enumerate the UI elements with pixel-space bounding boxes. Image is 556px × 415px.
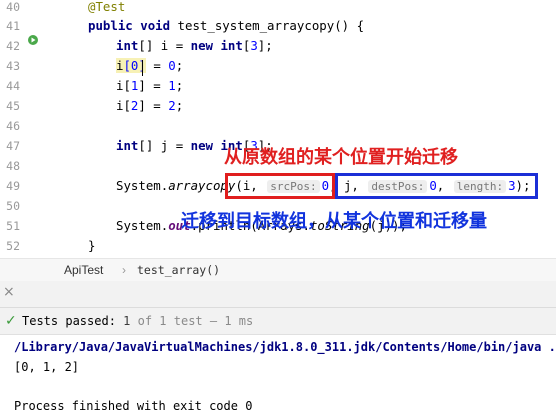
console-output-line: [0, 1, 2] — [14, 360, 80, 374]
code-line-52[interactable]: 52 } — [0, 236, 556, 256]
breadcrumb-separator: › — [122, 263, 126, 277]
closing-brace: } — [88, 238, 96, 253]
keyword-public: public — [88, 18, 133, 33]
code-text: ]; — [257, 38, 273, 53]
keyword-void: void — [140, 18, 171, 33]
code-text: ; — [175, 58, 184, 73]
keyword-new: new — [190, 138, 213, 153]
code-line-43[interactable]: 43 i[0] = 0; — [0, 56, 556, 76]
annotation-test: @Test — [88, 0, 126, 14]
keyword-int: int — [116, 38, 139, 53]
test-status-text: Tests passed: 1 of 1 test – 1 ms — [22, 308, 253, 334]
code-text: [] j = — [138, 138, 191, 153]
line-number: 52 — [6, 239, 20, 253]
breadcrumb-class[interactable]: ApiTest — [64, 259, 103, 281]
code-line-46[interactable]: 46 — [0, 116, 556, 136]
breadcrumb: ApiTest › test_array() — [0, 258, 556, 281]
passed-count: 1 — [123, 314, 131, 328]
code-text: ; — [175, 98, 184, 113]
blue-highlight-box — [335, 173, 538, 199]
code-line-40[interactable]: 40 @Test — [0, 0, 556, 17]
red-annotation-text: 从原数组的某个位置开始迁移 — [224, 147, 458, 168]
breadcrumb-method[interactable]: test_array() — [137, 259, 220, 281]
line-number: 47 — [6, 139, 20, 153]
test-status-bar: ✓ Tests passed: 1 of 1 test – 1 ms — [0, 308, 556, 335]
red-highlight-box — [225, 173, 335, 199]
console-exit-line: Process finished with exit code 0 — [14, 399, 253, 413]
number-literal: 2 — [168, 98, 176, 113]
line-number: 44 — [6, 79, 20, 93]
code-line-44[interactable]: 44 i[1] = 1; — [0, 76, 556, 96]
close-icon[interactable]: × — [3, 284, 15, 300]
line-number: 49 — [6, 179, 20, 193]
console-java-path[interactable]: /Library/Java/JavaVirtualMachines/jdk1.8… — [14, 338, 556, 356]
status-label: Tests passed: — [22, 314, 116, 328]
code-text: [] i = — [138, 38, 191, 53]
keyword-int: int — [116, 138, 139, 153]
line-number: 41 — [6, 19, 20, 33]
keyword-new: new — [190, 38, 213, 53]
status-detail: of 1 test – 1 ms — [137, 314, 254, 328]
code-text: System. — [116, 218, 169, 233]
check-icon: ✓ — [5, 313, 17, 329]
keyword-int: int — [220, 38, 243, 53]
code-text: ; — [175, 78, 184, 93]
code-text: i[ — [116, 98, 131, 113]
code-line-42[interactable]: 42 int[] i = new int[3]; — [0, 36, 556, 56]
number-literal: 0 — [168, 58, 176, 73]
text-cursor — [142, 60, 143, 76]
code-text: ] = — [138, 98, 169, 113]
blue-annotation-text: 迁移到目标数组，从某个位置和迁移量 — [181, 211, 487, 232]
line-number: 40 — [6, 0, 20, 14]
code-text: = — [145, 58, 169, 73]
code-text: i[ — [116, 78, 131, 93]
code-editor[interactable]: 40 @Test 41 public void test_system_arra… — [0, 0, 556, 256]
code-line-45[interactable]: 45 i[2] = 2; — [0, 96, 556, 116]
line-number: 43 — [6, 59, 20, 73]
console-output[interactable]: /Library/Java/JavaVirtualMachines/jdk1.8… — [0, 335, 556, 414]
line-number: 46 — [6, 119, 20, 133]
run-tool-window-header: × — [0, 281, 556, 308]
method-signature: test_system_arraycopy() { — [170, 18, 365, 33]
line-number: 42 — [6, 39, 20, 53]
number-literal: 3 — [250, 38, 258, 53]
line-number: 48 — [6, 159, 20, 173]
line-number: 50 — [6, 199, 20, 213]
code-text: System. — [116, 178, 169, 193]
line-number: 51 — [6, 219, 20, 233]
code-text: ] = — [138, 78, 169, 93]
line-number: 45 — [6, 99, 20, 113]
number-literal: 1 — [168, 78, 176, 93]
code-line-41[interactable]: 41 public void test_system_arraycopy() { — [0, 16, 556, 45]
